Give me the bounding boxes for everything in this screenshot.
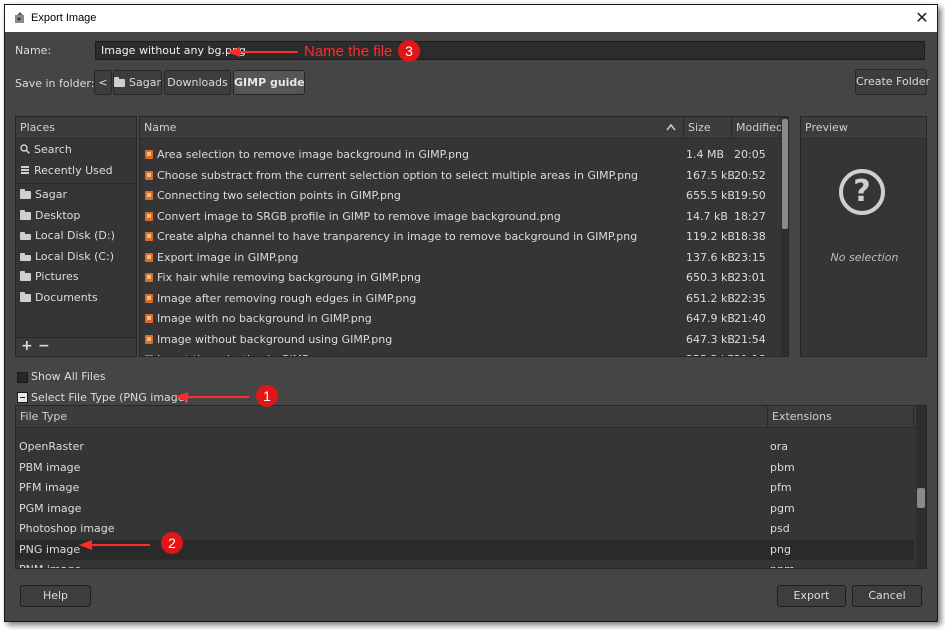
step-badge-1: 1 [256, 385, 278, 407]
annotation-arrows [79, 47, 298, 550]
arrow-to-name-field [227, 47, 298, 57]
arrow-to-png-row [79, 540, 150, 550]
step-badge-2: 2 [161, 532, 183, 554]
step-badge-3: 3 [398, 40, 420, 62]
arrow-to-select-file-type [175, 392, 249, 402]
annotation-name-the-file: Name the file [304, 43, 393, 60]
